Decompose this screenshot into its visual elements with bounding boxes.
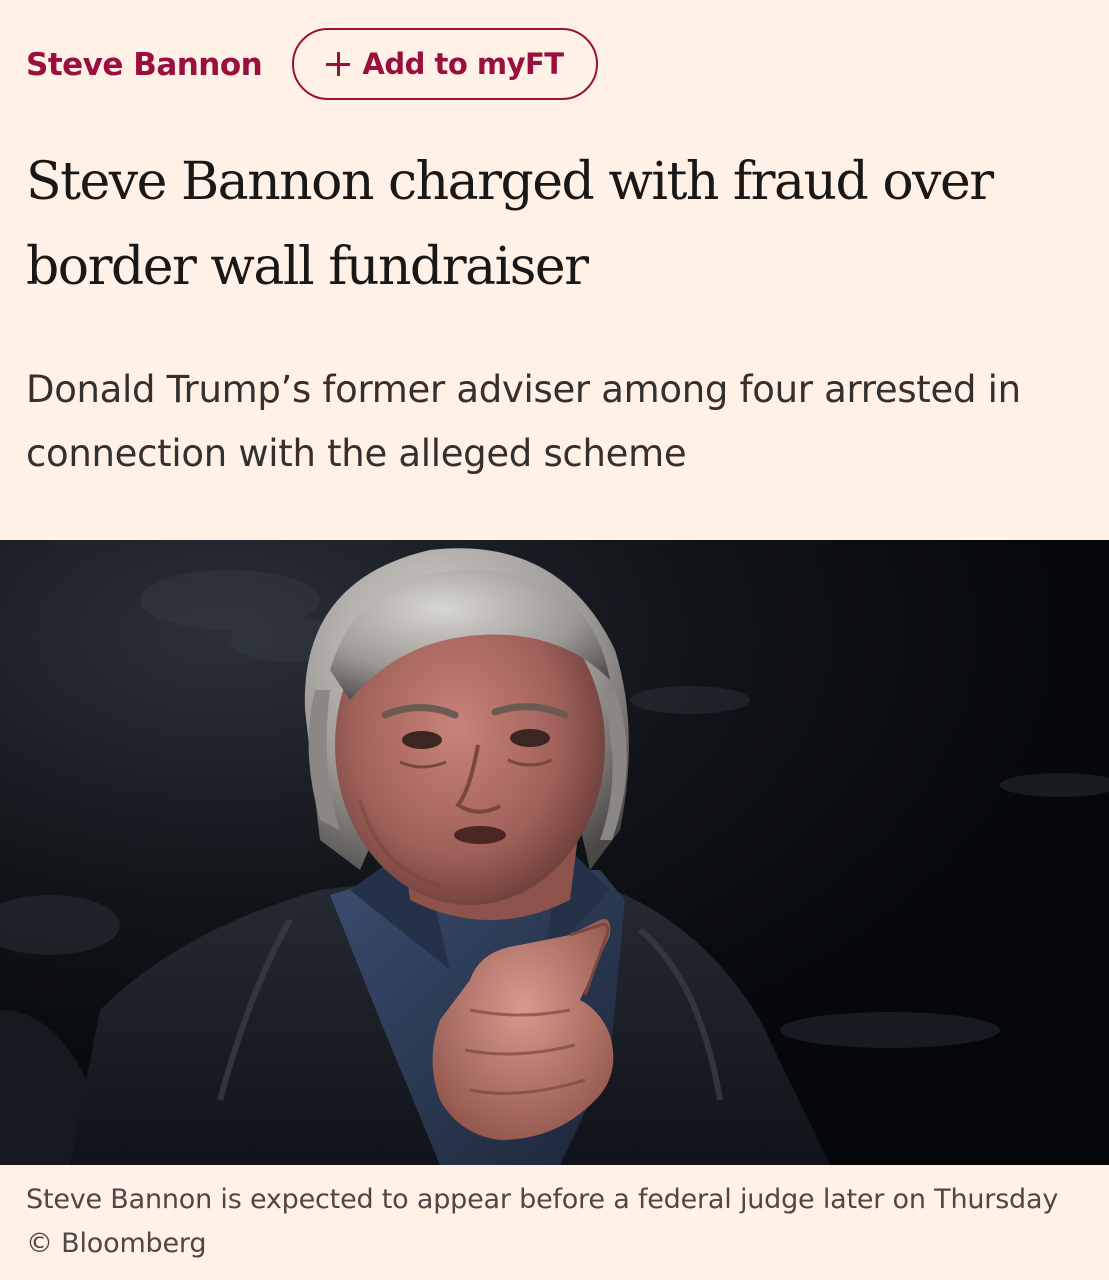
topic-header: Steve Bannon <box>26 28 263 102</box>
topic-link[interactable]: Steve Bannon <box>26 47 263 83</box>
image-caption: Steve Bannon is expected to appear befor… <box>26 1184 1059 1259</box>
article-headline: Steve Bannon charged with fraud over bor… <box>26 152 994 297</box>
article-standfirst: Donald Trump’s former adviser among four… <box>26 368 1021 475</box>
photo-illustration <box>0 540 1109 1165</box>
plus-icon <box>326 52 351 76</box>
add-to-myft-button[interactable]: Add to myFT <box>292 28 598 100</box>
article-main-image <box>0 540 1109 1165</box>
add-to-myft-label: Add to myFT <box>362 47 564 81</box>
